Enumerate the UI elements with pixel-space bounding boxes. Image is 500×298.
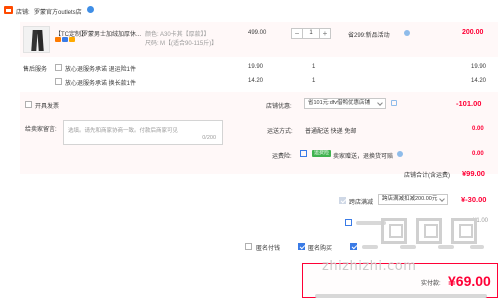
item-title-link[interactable]: 罗蒙男士加绒加厚休... [82,29,141,38]
obscured-address [315,294,487,298]
qty-increase-button[interactable]: + [319,28,331,39]
total-label: 实付款: [421,281,441,287]
anon-buy-label: 匿名购买 [308,246,333,252]
shop-name-link[interactable]: 罗蒙官方outlets店 [34,7,82,16]
anon-pay-label: 匿名付钱 [256,246,281,252]
promo-badge-icon [69,37,75,42]
freight-value: 卖家赠送，退换货可赔 [333,154,394,160]
cross-store-select[interactable]: 跨店满减扣减200.00元 [378,194,448,205]
size-value: M【(适合90-115斤)】 [160,41,218,47]
cross-store-label: 跨店满减 [349,200,374,206]
watermark-logo [381,218,407,244]
extra-checkbox[interactable] [345,219,352,226]
shipping-fee: 0.00 [472,126,484,132]
service-qty: 1 [312,64,316,70]
message-label: 给卖家留言: [25,127,57,133]
freight-info-icon[interactable] [397,151,403,157]
option-checkbox[interactable] [350,243,357,250]
watermark-logo [416,218,442,244]
obscured-text [470,245,484,249]
service-price: 14.20 [248,78,264,84]
service-price: 19.90 [248,64,264,70]
chevron-down-icon [439,196,445,202]
freight-tag: 运费险 [312,150,332,157]
service-option-label: 放心退服务承诺 换长款1件 [65,81,137,87]
cross-store-checkbox[interactable] [339,197,346,204]
item-subtotal: 200.00 [462,29,484,36]
color-value: A30卡其【厚款】】 [160,32,210,38]
promo-badge-icon [55,37,61,42]
service-subtotal: 14.20 [471,78,487,84]
service-checkbox[interactable] [55,64,62,71]
obscured-text [438,245,454,249]
product-thumbnail[interactable] [23,26,50,53]
total-value: ¥69.00 [448,273,491,289]
shipping-value: 普通配送 快递 免邮 [305,129,357,135]
freight-checkbox[interactable] [300,150,307,157]
shop-label: 店铺: [16,10,30,16]
item-price: 499.00 [248,30,267,36]
invoice-label: 开具发票 [35,104,60,110]
service-qty: 1 [312,78,316,84]
chevron-down-icon [377,100,383,106]
message-placeholder: 选填。请先和商家协商一致。付款后商家可见 [68,128,179,134]
services-label: 售后服务 [23,67,48,73]
freight-fee: 0.00 [472,151,484,157]
coupon-info-icon[interactable] [391,100,397,106]
color-label: 颜色: [145,32,159,38]
anon-buy-checkbox[interactable] [298,243,305,250]
anon-pay-checkbox[interactable] [245,243,252,250]
qty-input[interactable]: 1 [303,28,319,39]
cross-store-discount: ¥-30.00 [461,195,487,204]
wangwang-chat-icon[interactable] [87,6,94,13]
message-textarea[interactable]: 选填。请先和商家协商一致。付款后商家可见 0/200 [63,120,223,145]
coupon-discount: -101.00 [456,99,482,108]
message-counter: 0/200 [202,135,216,141]
item-promo: 省299:新品活动 [348,33,390,39]
shop-total-value: ¥99.00 [462,169,485,178]
obscured-text [362,245,378,249]
obscured-text [400,245,416,249]
qty-decrease-button[interactable]: − [291,28,303,39]
coupon-select-value: 省101元:dfv借鸭优惠店铺 [308,100,371,106]
freight-label: 运费险: [272,154,292,160]
size-label: 尺码: [145,41,159,47]
promo-badge-icon [62,37,68,42]
item-row [20,22,498,57]
coupon-select[interactable]: 省101元:dfv借鸭优惠店铺 [304,98,386,109]
watermark-text: zhizhizhi.com [322,259,417,274]
shipping-label: 运送方式: [267,129,293,135]
coupon-label: 店铺优惠: [266,104,292,110]
invoice-coupon-row [20,92,498,118]
service-option-label: 放心退服务承诺 退运险1件 [65,67,137,73]
info-icon[interactable] [404,30,410,36]
invoice-checkbox[interactable] [25,101,32,108]
cross-store-select-value: 跨店满减扣减200.00元 [382,196,438,202]
service-checkbox[interactable] [55,78,62,85]
shop-icon [4,6,13,14]
shop-total-label: 店铺合计(含运费) [404,173,450,179]
watermark-logo [451,218,477,244]
service-subtotal: 19.90 [471,64,487,70]
